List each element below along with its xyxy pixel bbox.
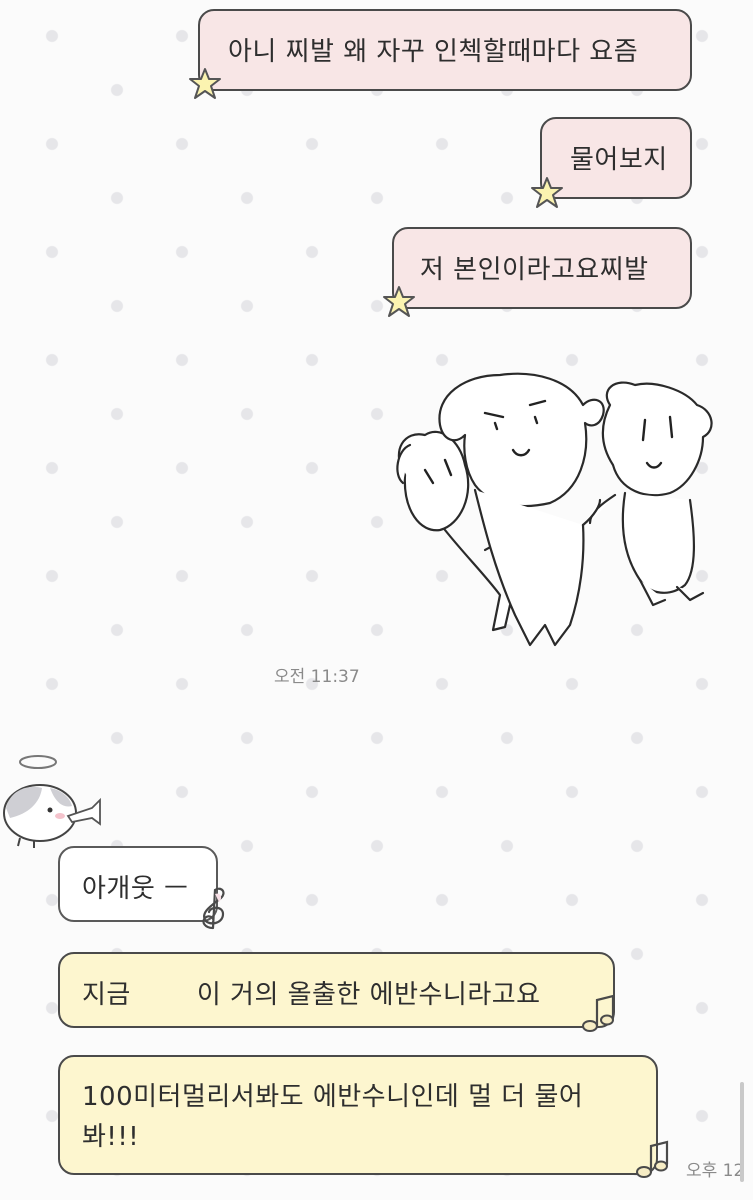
treble-clef-icon: [202, 887, 225, 930]
puppies-sticker[interactable]: [385, 365, 725, 655]
avatar[interactable]: [0, 748, 108, 860]
received-message-2-text-end: 이 거의 올출한 에반수니라고요: [196, 980, 541, 1010]
received-message-1-text: 아개웃 ㅡ: [82, 874, 189, 904]
received-message-3-line-2: 봐!!!: [82, 1122, 140, 1152]
scrollbar[interactable]: [740, 1082, 744, 1182]
star-icon: [531, 177, 563, 208]
sent-message-2-text: 물어보지: [570, 145, 668, 175]
music-note-icon: [582, 994, 615, 1032]
music-note-icon: [636, 1140, 669, 1178]
sent-message-3[interactable]: 저 본인이라고요찌발: [392, 227, 692, 309]
received-message-2-text-start: 지금: [82, 980, 131, 1010]
censored-name: [131, 1002, 197, 1003]
star-icon: [189, 68, 221, 99]
sent-message-3-text: 저 본인이라고요찌발: [420, 255, 649, 285]
sent-message-1[interactable]: 아니 찌발 왜 자꾸 인첵할때마다 요즘: [198, 9, 692, 91]
received-timestamp: 오후 12: [686, 1161, 745, 1181]
received-message-3-line-1: 100미터멀리서봐도 에반수니인데 멀 더 물어: [82, 1082, 584, 1112]
star-icon: [383, 286, 415, 317]
received-message-3[interactable]: 100미터멀리서봐도 에반수니인데 멀 더 물어 봐!!!: [58, 1055, 658, 1175]
received-message-2[interactable]: 지금 이 거의 올출한 에반수니라고요: [58, 952, 615, 1028]
sent-message-1-text: 아니 찌발 왜 자꾸 인첵할때마다 요즘: [228, 37, 639, 67]
sent-timestamp: 오전 11:37: [274, 667, 360, 687]
